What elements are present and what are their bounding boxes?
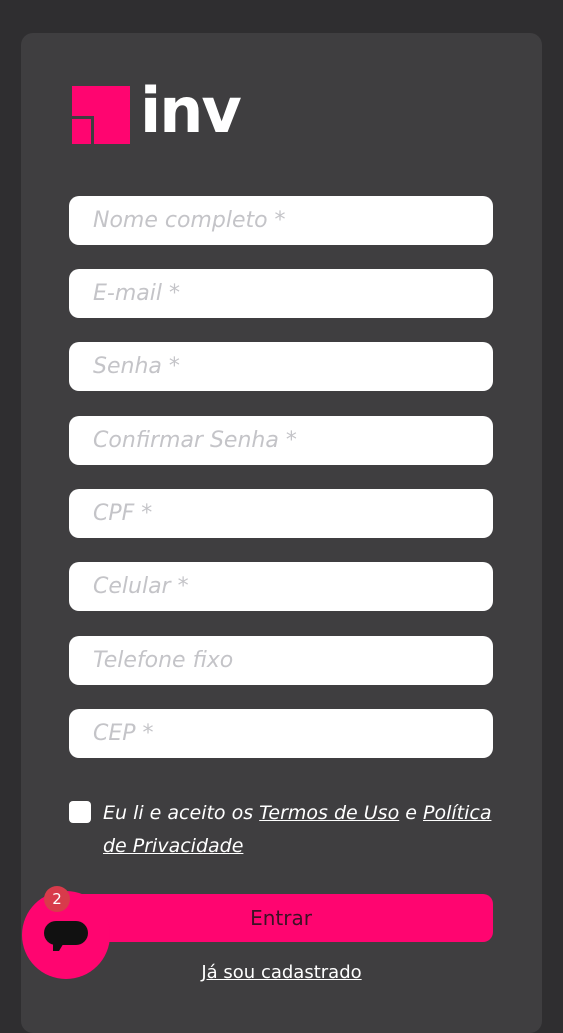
- already-registered-link[interactable]: Já sou cadastrado: [201, 962, 361, 983]
- terms-conjunction: e: [399, 802, 423, 824]
- terms-of-use-link[interactable]: Termos de Uso: [259, 802, 399, 824]
- chat-bubble-tail: [53, 941, 65, 951]
- mobile-phone-field[interactable]: [69, 562, 493, 611]
- brand-name: inv: [140, 74, 242, 147]
- cpf-field[interactable]: [69, 489, 493, 538]
- email-field[interactable]: [69, 269, 493, 318]
- terms-prefix: Eu li e aceito os: [103, 802, 260, 824]
- password-field[interactable]: [69, 342, 493, 391]
- terms-text: Eu li e aceito os Termos de Uso e Políti…: [103, 797, 493, 863]
- cep-field[interactable]: [69, 709, 493, 758]
- landline-phone-field[interactable]: [69, 636, 493, 685]
- full-name-field[interactable]: [69, 196, 493, 245]
- terms-checkbox[interactable]: [69, 801, 91, 823]
- logo-mark-icon: [72, 86, 130, 144]
- brand-logo: inv: [72, 80, 242, 144]
- submit-button[interactable]: Entrar: [69, 894, 493, 942]
- confirm-password-field[interactable]: [69, 416, 493, 465]
- chat-bubble-icon: [44, 921, 88, 945]
- terms-row: Eu li e aceito os Termos de Uso e Políti…: [69, 797, 493, 863]
- chat-notification-badge: 2: [44, 886, 70, 912]
